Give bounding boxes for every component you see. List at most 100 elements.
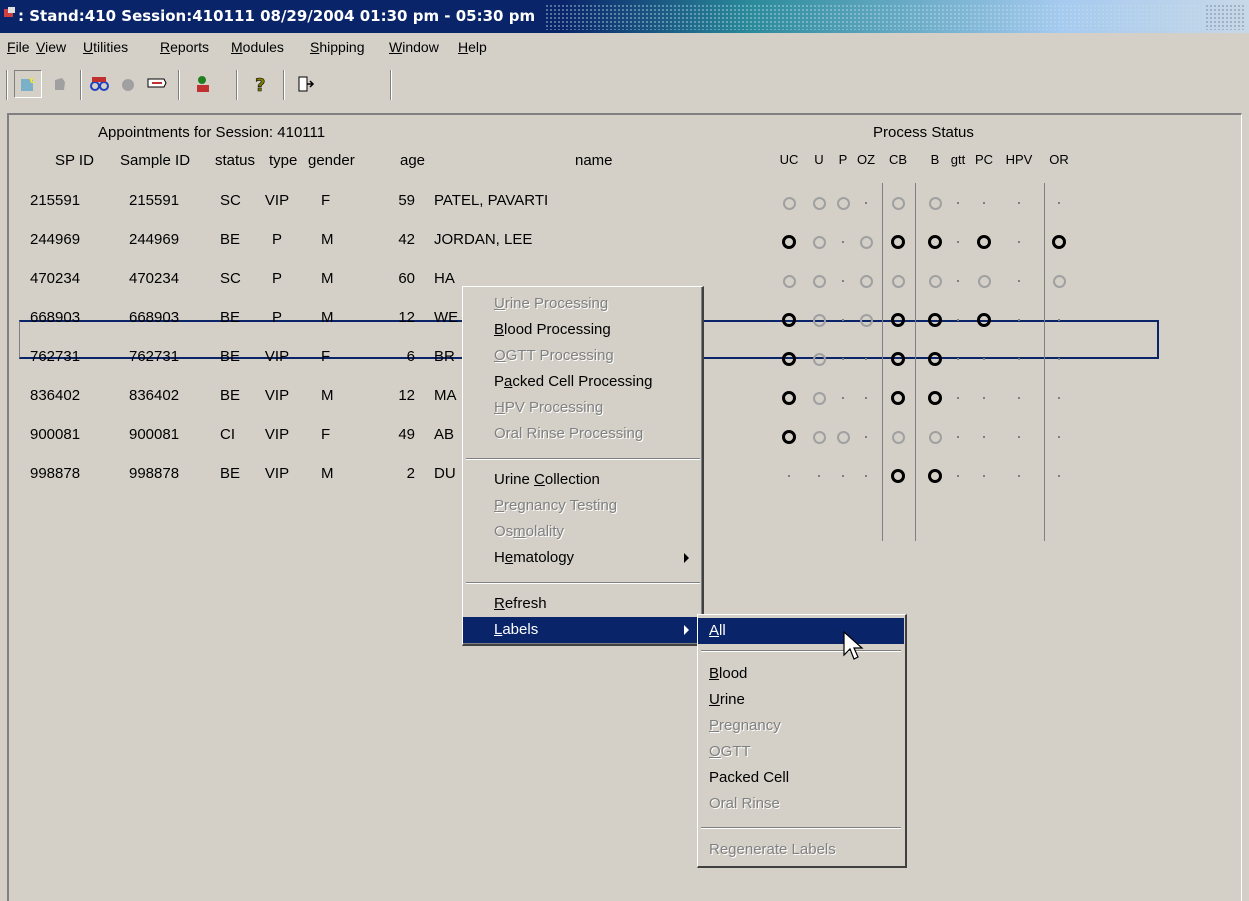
row-age[interactable]: 12 <box>385 387 415 404</box>
row-age[interactable]: 2 <box>385 465 415 482</box>
row-type[interactable]: VIP <box>259 192 295 209</box>
menu-blood-processing[interactable]: Blood Processing <box>463 317 701 343</box>
row-sp-id[interactable]: 668903 <box>30 309 80 326</box>
row-sample-id[interactable]: 998878 <box>129 465 179 482</box>
row-type[interactable]: P <box>259 270 295 287</box>
row-status[interactable]: BE <box>220 348 240 365</box>
row-type[interactable]: VIP <box>259 426 295 443</box>
col-name[interactable]: name <box>575 152 613 169</box>
row-age[interactable]: 6 <box>385 348 415 365</box>
row-name[interactable]: PATEL, PAVARTI <box>434 192 548 209</box>
row-type[interactable]: VIP <box>259 387 295 404</box>
row-type[interactable]: P <box>259 309 295 326</box>
menu-window[interactable]: Window <box>389 39 439 55</box>
menu-ogtt-processing[interactable]: OGTT Processing <box>463 343 701 369</box>
row-status[interactable]: BE <box>220 231 240 248</box>
row-gender[interactable]: M <box>321 231 334 248</box>
submenu-oral-rinse[interactable]: Oral Rinse <box>698 791 904 817</box>
menu-utilities[interactable]: Utilities <box>83 39 128 55</box>
menu-urine-collection[interactable]: Urine Collection <box>463 467 701 493</box>
row-status[interactable]: BE <box>220 309 240 326</box>
row-gender[interactable]: F <box>321 192 330 209</box>
row-sp-id[interactable]: 836402 <box>30 387 80 404</box>
row-name[interactable]: MA <box>434 387 457 404</box>
row-type[interactable]: P <box>259 231 295 248</box>
col-type[interactable]: type <box>269 152 297 169</box>
row-sample-id[interactable]: 668903 <box>129 309 179 326</box>
menu-oral-rinse-processing[interactable]: Oral Rinse Processing <box>463 421 701 447</box>
row-sample-id[interactable]: 244969 <box>129 231 179 248</box>
row-age[interactable]: 49 <box>385 426 415 443</box>
row-status[interactable]: SC <box>220 270 241 287</box>
submenu-urine[interactable]: Urine <box>698 687 904 713</box>
disabled-icon-2[interactable] <box>114 70 142 98</box>
person-icon[interactable] <box>190 70 218 98</box>
row-age[interactable]: 60 <box>385 270 415 287</box>
row-age[interactable]: 59 <box>385 192 415 209</box>
row-type[interactable]: VIP <box>259 348 295 365</box>
row-gender[interactable]: M <box>321 270 334 287</box>
submenu-pregnancy[interactable]: Pregnancy <box>698 713 904 739</box>
row-sp-id[interactable]: 470234 <box>30 270 80 287</box>
row-sample-id[interactable]: 762731 <box>129 348 179 365</box>
disabled-icon[interactable] <box>46 70 74 98</box>
submenu-packed-cell[interactable]: Packed Cell <box>698 765 904 791</box>
row-sp-id[interactable]: 998878 <box>30 465 80 482</box>
menu-packed-cell-processing[interactable]: Packed Cell Processing <box>463 369 701 395</box>
row-sp-id[interactable]: 762731 <box>30 348 80 365</box>
app-icon[interactable] <box>3 6 17 20</box>
menu-modules[interactable]: Modules <box>231 39 284 55</box>
menu-reports[interactable]: Reports <box>160 39 209 55</box>
row-gender[interactable]: F <box>321 426 330 443</box>
submenu-blood[interactable]: Blood <box>698 661 904 687</box>
menu-osmolality[interactable]: Osmolality <box>463 519 701 545</box>
new-icon[interactable] <box>14 70 42 98</box>
submenu-all[interactable]: All <box>698 618 904 644</box>
submenu-regenerate-labels[interactable]: Regenerate Labels <box>698 837 904 863</box>
labels-icon[interactable] <box>143 70 171 98</box>
col-gender[interactable]: gender <box>308 152 355 169</box>
row-gender[interactable]: M <box>321 309 334 326</box>
menu-refresh[interactable]: Refresh <box>463 591 701 617</box>
col-age[interactable]: age <box>400 152 425 169</box>
row-sample-id[interactable]: 470234 <box>129 270 179 287</box>
row-age[interactable]: 42 <box>385 231 415 248</box>
glasses-icon[interactable] <box>86 70 114 98</box>
menu-pregnancy-testing[interactable]: Pregnancy Testing <box>463 493 701 519</box>
col-status[interactable]: status <box>215 152 255 169</box>
row-status[interactable]: SC <box>220 192 241 209</box>
row-sp-id[interactable]: 215591 <box>30 192 80 209</box>
row-name[interactable]: AB <box>434 426 454 443</box>
row-sample-id[interactable]: 215591 <box>129 192 179 209</box>
row-sp-id[interactable]: 900081 <box>30 426 80 443</box>
menu-hpv-processing[interactable]: HPV Processing <box>463 395 701 421</box>
row-name[interactable]: JORDAN, LEE <box>434 231 532 248</box>
menu-shipping[interactable]: Shipping <box>310 39 365 55</box>
menu-hematology[interactable]: Hematology <box>463 545 701 571</box>
row-status[interactable]: BE <box>220 465 240 482</box>
menu-file[interactable]: File <box>7 39 30 55</box>
row-sample-id[interactable]: 900081 <box>129 426 179 443</box>
row-sample-id[interactable]: 836402 <box>129 387 179 404</box>
menu-view[interactable]: View <box>36 39 66 55</box>
menu-labels[interactable]: Labels <box>463 617 701 643</box>
row-name[interactable]: WE <box>434 309 458 326</box>
exit-icon[interactable] <box>291 70 319 98</box>
row-gender[interactable]: M <box>321 465 334 482</box>
row-name[interactable]: DU <box>434 465 456 482</box>
help-icon[interactable]: ? <box>247 70 275 98</box>
menu-help[interactable]: Help <box>458 39 487 55</box>
row-status[interactable]: BE <box>220 387 240 404</box>
col-sp-id[interactable]: SP ID <box>55 152 94 169</box>
row-gender[interactable]: F <box>321 348 330 365</box>
row-name[interactable]: BR <box>434 348 455 365</box>
row-sp-id[interactable]: 244969 <box>30 231 80 248</box>
submenu-ogtt[interactable]: OGTT <box>698 739 904 765</box>
row-type[interactable]: VIP <box>259 465 295 482</box>
col-sample-id[interactable]: Sample ID <box>120 152 190 169</box>
menu-urine-processing[interactable]: Urine Processing <box>463 291 701 317</box>
row-gender[interactable]: M <box>321 387 334 404</box>
row-age[interactable]: 12 <box>385 309 415 326</box>
row-name[interactable]: HA <box>434 270 455 287</box>
row-status[interactable]: CI <box>220 426 235 443</box>
